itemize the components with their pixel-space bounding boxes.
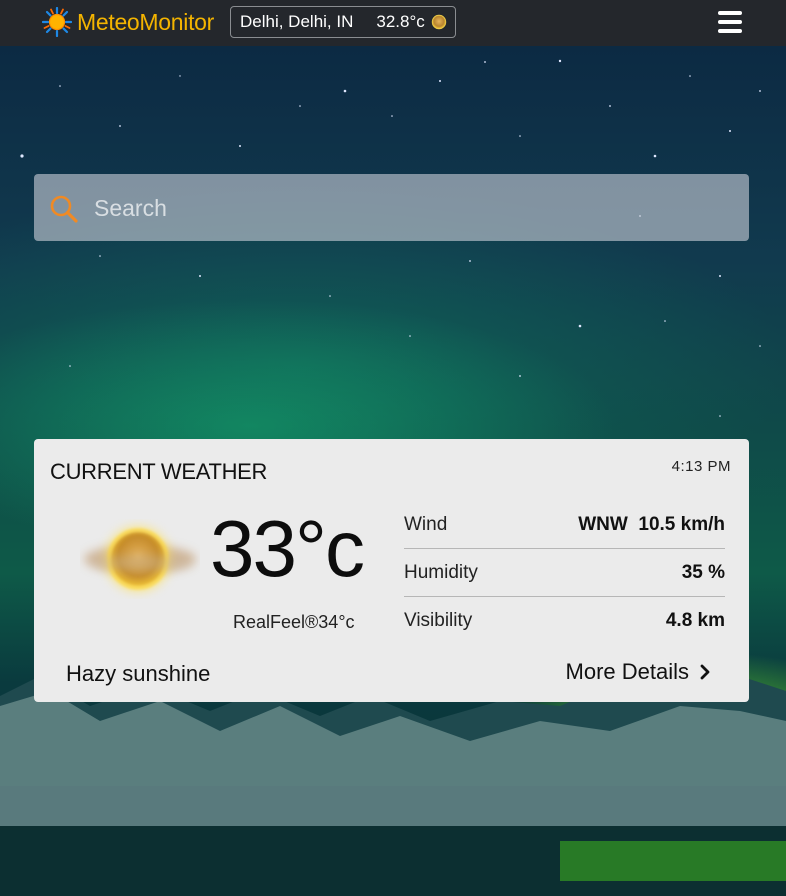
weather-details-list: Wind WNW 10.5 km/h Humidity 35 % Visibil…	[404, 501, 725, 645]
current-temperature: 33°c	[210, 504, 365, 593]
detail-value: WNW 10.5 km/h	[578, 513, 725, 535]
location-name: Delhi, Delhi, IN	[240, 12, 354, 31]
more-details-label: More Details	[565, 659, 689, 684]
menu-bar	[718, 29, 742, 33]
search-icon	[50, 195, 78, 223]
brand-logo[interactable]: MeteoMonitor	[42, 7, 214, 37]
sun-logo-icon	[42, 7, 72, 37]
menu-bar	[718, 11, 742, 15]
chevron-right-icon	[700, 664, 710, 680]
search-bar[interactable]	[34, 174, 749, 241]
more-details-link[interactable]: More Details	[566, 659, 711, 685]
location-pill[interactable]: Delhi, Delhi, IN 32.8°c	[230, 6, 456, 38]
hazy-sun-icon	[84, 526, 196, 592]
search-input[interactable]	[94, 186, 734, 230]
detail-value: 4.8 km	[665, 610, 725, 631]
detail-value: 35 %	[681, 561, 725, 583]
current-weather-card: CURRENT WEATHER 4:13 PM 33°c RealFeel®34…	[34, 439, 749, 702]
weather-condition: Hazy sunshine	[66, 661, 211, 686]
detail-label: Wind	[404, 513, 448, 535]
detail-label: Humidity	[404, 561, 478, 583]
observation-time: 4:13 PM	[671, 458, 731, 475]
card-title: CURRENT WEATHER	[50, 459, 268, 484]
detail-row-humidity: Humidity 35 %	[404, 549, 725, 597]
realfeel-temperature: RealFeel®34°c	[233, 612, 355, 632]
menu-bar	[718, 20, 742, 24]
detail-label: Visibility	[404, 610, 473, 631]
top-navbar: MeteoMonitor Delhi, Delhi, IN 32.8°c	[0, 0, 786, 46]
detail-row-visibility: Visibility 4.8 km	[404, 597, 725, 645]
hazy-sun-icon	[431, 14, 446, 30]
brand-name: MeteoMonitor	[77, 8, 215, 35]
detail-row-wind: Wind WNW 10.5 km/h	[404, 501, 725, 549]
location-temperature: 32.8°c	[376, 12, 425, 31]
hamburger-icon[interactable]	[718, 11, 742, 33]
